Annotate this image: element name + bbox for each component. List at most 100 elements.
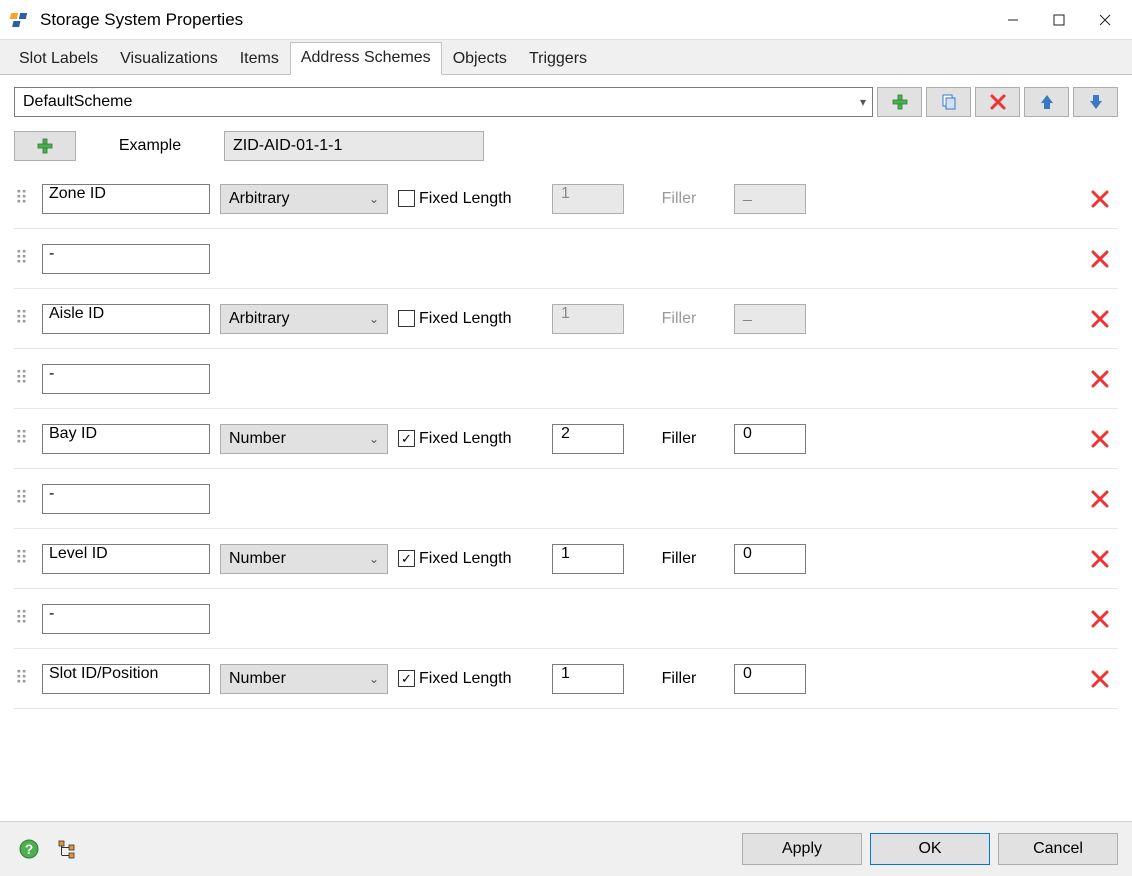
length-input[interactable]: 2 (552, 424, 624, 454)
separator-row: ⠿- (14, 229, 1118, 289)
fixed-length-label: Fixed Length (419, 430, 512, 448)
delete-segment-button[interactable] (1090, 249, 1118, 269)
delete-segment-button[interactable] (1090, 489, 1118, 509)
tree-button[interactable] (52, 834, 82, 864)
move-up-button[interactable] (1024, 87, 1069, 117)
separator-input[interactable]: - (42, 484, 210, 514)
close-button[interactable] (1082, 0, 1128, 40)
chevron-down-icon: ⌄ (369, 672, 379, 686)
drag-handle[interactable]: ⠿ (14, 616, 32, 621)
help-button[interactable]: ? (14, 834, 44, 864)
delete-segment-button[interactable] (1090, 309, 1118, 329)
fixed-length-label: Fixed Length (419, 190, 512, 208)
chevron-down-icon: ⌄ (369, 192, 379, 206)
tab-visualizations[interactable]: Visualizations (109, 43, 229, 75)
maximize-button[interactable] (1036, 0, 1082, 40)
fixed-length-checkbox-wrap: ✓Fixed Length (398, 670, 542, 688)
tab-address-schemes[interactable]: Address Schemes (290, 42, 442, 75)
example-label: Example (84, 137, 216, 155)
filler-input: _ (734, 184, 806, 214)
segment-name-input[interactable]: Slot ID/Position (42, 664, 210, 694)
example-row: Example ZID-AID-01-1-1 (0, 123, 1132, 169)
field-row: ⠿Aisle IDArbitrary⌄Fixed Length1Filler_ (14, 289, 1118, 349)
fixed-length-checkbox[interactable]: ✓ (398, 670, 415, 687)
fixed-length-checkbox[interactable] (398, 190, 415, 207)
drag-handle[interactable]: ⠿ (14, 196, 32, 201)
segment-type-dropdown[interactable]: Arbitrary⌄ (220, 184, 388, 214)
field-row: ⠿Zone IDArbitrary⌄Fixed Length1Filler_ (14, 169, 1118, 229)
delete-scheme-button[interactable] (975, 87, 1020, 117)
segment-name-input[interactable]: Bay ID (42, 424, 210, 454)
length-input[interactable]: 1 (552, 664, 624, 694)
fixed-length-checkbox[interactable]: ✓ (398, 430, 415, 447)
move-down-button[interactable] (1073, 87, 1118, 117)
fixed-length-checkbox-wrap: ✓Fixed Length (398, 550, 542, 568)
field-row: ⠿ Slot ID/Position Number⌄ ✓Fixed Length 1 Fi… (14, 649, 1118, 709)
filler-label: Filler (634, 430, 724, 448)
chevron-down-icon: ⌄ (369, 552, 379, 566)
delete-segment-button[interactable] (1090, 189, 1118, 209)
segment-name-input[interactable]: Zone ID (42, 184, 210, 214)
filler-input[interactable]: 0 (734, 424, 806, 454)
tab-bar: Slot LabelsVisualizationsItemsAddress Sc… (0, 40, 1132, 75)
drag-handle[interactable]: ⠿ (14, 676, 32, 681)
segment-type-dropdown[interactable]: Number⌄ (220, 544, 388, 574)
cancel-button[interactable]: Cancel (998, 833, 1118, 865)
separator-input[interactable]: - (42, 604, 210, 634)
segments-list: ⠿Zone IDArbitrary⌄Fixed Length1Filler_⠿-… (0, 169, 1132, 709)
minimize-button[interactable] (990, 0, 1036, 40)
filler-label: Filler (634, 550, 724, 568)
filler-input: _ (734, 304, 806, 334)
delete-segment-button[interactable] (1090, 669, 1118, 689)
tab-items[interactable]: Items (229, 43, 290, 75)
chevron-down-icon: ▾ (860, 95, 866, 109)
tab-triggers[interactable]: Triggers (518, 43, 598, 75)
titlebar: Storage System Properties (0, 0, 1132, 40)
window-title: Storage System Properties (40, 10, 243, 30)
chevron-down-icon: ⌄ (369, 432, 379, 446)
delete-segment-button[interactable] (1090, 609, 1118, 629)
example-value: ZID-AID-01-1-1 (224, 131, 484, 161)
separator-row: ⠿- (14, 589, 1118, 649)
ok-button[interactable]: OK (870, 833, 990, 865)
segment-type-dropdown[interactable]: Number⌄ (220, 424, 388, 454)
segment-name-input[interactable]: Aisle ID (42, 304, 210, 334)
separator-input[interactable]: - (42, 244, 210, 274)
fixed-length-checkbox[interactable] (398, 310, 415, 327)
delete-segment-button[interactable] (1090, 369, 1118, 389)
scheme-toolbar: DefaultScheme ▾ (0, 75, 1132, 123)
add-scheme-button[interactable] (877, 87, 922, 117)
drag-handle[interactable]: ⠿ (14, 316, 32, 321)
segment-type-dropdown[interactable]: Number⌄ (220, 664, 388, 694)
apply-button[interactable]: Apply (742, 833, 862, 865)
segment-type-dropdown[interactable]: Arbitrary⌄ (220, 304, 388, 334)
drag-handle[interactable]: ⠿ (14, 556, 32, 561)
drag-handle[interactable]: ⠿ (14, 376, 32, 381)
drag-handle[interactable]: ⠿ (14, 436, 32, 441)
scheme-dropdown[interactable]: DefaultScheme ▾ (14, 87, 873, 117)
filler-label: Filler (634, 190, 724, 208)
delete-segment-button[interactable] (1090, 429, 1118, 449)
svg-text:?: ? (25, 841, 34, 857)
copy-scheme-button[interactable] (926, 87, 971, 117)
add-segment-button[interactable] (14, 131, 76, 161)
drag-handle[interactable]: ⠿ (14, 496, 32, 501)
filler-input[interactable]: 0 (734, 544, 806, 574)
segment-name-input[interactable]: Level ID (42, 544, 210, 574)
filler-input[interactable]: 0 (734, 664, 806, 694)
fixed-length-label: Fixed Length (419, 670, 512, 688)
fixed-length-checkbox[interactable]: ✓ (398, 550, 415, 567)
drag-handle[interactable]: ⠿ (14, 256, 32, 261)
scheme-value: DefaultScheme (23, 93, 132, 111)
delete-segment-button[interactable] (1090, 549, 1118, 569)
separator-row: ⠿- (14, 349, 1118, 409)
length-input[interactable]: 1 (552, 544, 624, 574)
length-input: 1 (552, 304, 624, 334)
fixed-length-checkbox-wrap: Fixed Length (398, 310, 542, 328)
separator-input[interactable]: - (42, 364, 210, 394)
tab-objects[interactable]: Objects (442, 43, 518, 75)
tab-slot-labels[interactable]: Slot Labels (8, 43, 109, 75)
filler-label: Filler (634, 670, 724, 688)
separator-row: ⠿- (14, 469, 1118, 529)
fixed-length-checkbox-wrap: Fixed Length (398, 190, 542, 208)
